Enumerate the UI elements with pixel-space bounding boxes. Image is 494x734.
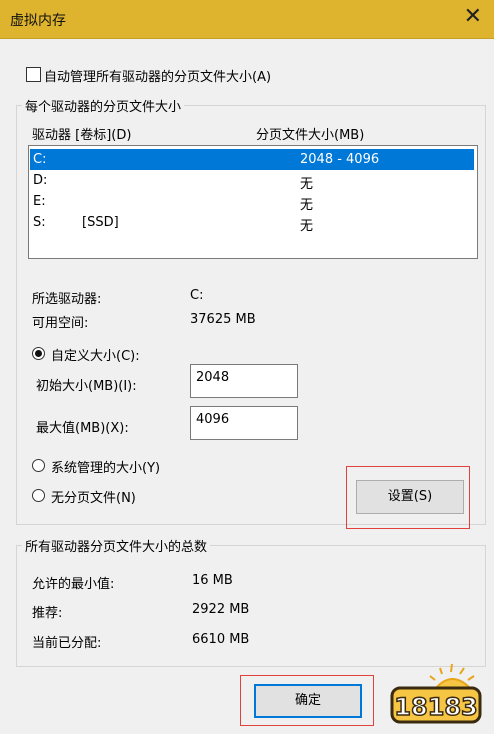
radio-dot (35, 350, 42, 357)
drive-letter: E: (33, 194, 46, 209)
drive-row-c[interactable]: C: 2048 - 4096 (30, 149, 474, 170)
watermark-text: 18183 (394, 693, 478, 721)
ok-button[interactable]: 确定 (254, 684, 362, 718)
free-space-label: 可用空间: (32, 316, 89, 331)
initial-size-label: 初始大小(MB)(I): (36, 379, 137, 394)
max-size-label: 最大值(MB)(X): (36, 421, 129, 436)
no-paging-file-radio[interactable] (32, 489, 45, 502)
drive-column-header: 驱动器 [卷标](D) (32, 128, 132, 143)
watermark-logo: 18183 (390, 663, 482, 724)
selected-drive-label: 所选驱动器: (32, 292, 102, 307)
custom-size-label[interactable]: 自定义大小(C): (51, 345, 140, 364)
drive-letter: S: (33, 215, 46, 230)
drive-volume-label: [SSD] (82, 215, 119, 230)
recommended-value: 2922 MB (192, 602, 250, 617)
no-paging-file-label[interactable]: 无分页文件(N) (51, 487, 136, 506)
initial-size-input[interactable]: 2048 (190, 364, 298, 398)
per-drive-legend: 每个驱动器的分页文件大小 (22, 96, 185, 115)
set-button[interactable]: 设置(S) (356, 480, 464, 514)
drive-letter: D: (33, 173, 48, 188)
auto-manage-checkbox[interactable] (26, 67, 41, 82)
drive-size: 无 (300, 177, 314, 192)
auto-manage-label[interactable]: 自动管理所有驱动器的分页文件大小(A) (44, 66, 271, 85)
totals-legend: 所有驱动器分页文件大小的总数 (22, 536, 211, 555)
drive-row-s[interactable]: S: [SSD] 无 (30, 212, 474, 234)
selected-drive-value: C: (190, 288, 204, 303)
max-size-value: 4096 (196, 412, 230, 427)
drive-size: 2048 - 4096 (300, 152, 380, 167)
drive-listbox[interactable]: C: 2048 - 4096 D: 无 E: 无 S: [SSD] 无 (28, 145, 478, 259)
drive-row-d[interactable]: D: 无 (30, 170, 474, 192)
title-bar: 虚拟内存 ✕ (0, 0, 494, 39)
currently-allocated-value: 6610 MB (192, 632, 250, 647)
drive-row-e[interactable]: E: 无 (30, 191, 474, 213)
window-title: 虚拟内存 (10, 13, 66, 29)
system-managed-label[interactable]: 系统管理的大小(Y) (51, 457, 160, 476)
custom-size-radio[interactable] (32, 347, 45, 360)
min-allowed-label: 允许的最小值: (32, 577, 115, 592)
drive-letter: C: (33, 152, 47, 167)
close-icon[interactable]: ✕ (464, 6, 482, 28)
size-column-header: 分页文件大小(MB) (256, 128, 365, 143)
system-managed-radio[interactable] (32, 459, 45, 472)
free-space-value: 37625 MB (190, 312, 256, 327)
min-allowed-value: 16 MB (192, 573, 233, 588)
initial-size-value: 2048 (196, 370, 230, 385)
drive-size: 无 (300, 219, 314, 234)
currently-allocated-label: 当前已分配: (32, 636, 102, 651)
recommended-label: 推荐: (32, 606, 63, 621)
max-size-input[interactable]: 4096 (190, 406, 298, 440)
drive-size: 无 (300, 198, 314, 213)
